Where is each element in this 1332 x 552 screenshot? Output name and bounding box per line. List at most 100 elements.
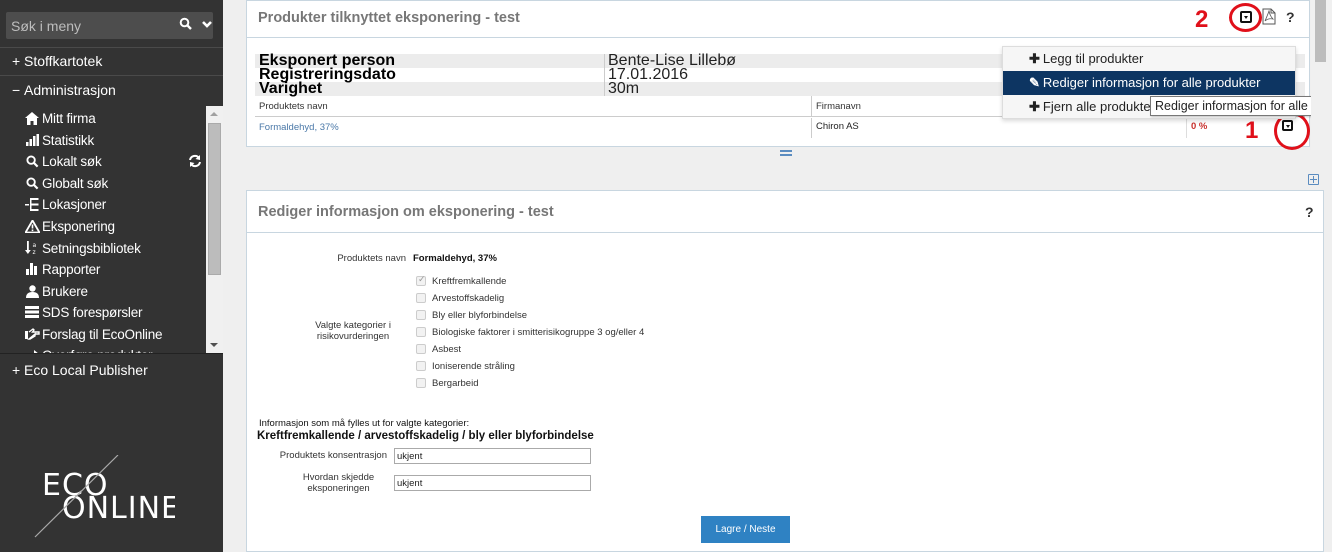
label-line: Hvordan skjedde xyxy=(302,472,375,483)
checkbox[interactable] xyxy=(416,293,426,303)
panel-header: Rediger informasjon om eksponering - tes… xyxy=(247,191,1323,233)
concentration-input[interactable] xyxy=(394,448,591,464)
pdf-icon[interactable] xyxy=(1262,8,1276,25)
home-icon xyxy=(24,111,40,125)
category-checkbox-row[interactable]: Kreftfremkallende xyxy=(416,274,506,288)
plus-icon: ✚ xyxy=(1029,99,1040,114)
category-checkbox-row[interactable]: Arvestoffskadelig xyxy=(416,291,504,305)
category-checkbox-row[interactable]: Bergarbeid xyxy=(416,376,478,390)
checkbox-label: Biologiske faktorer i smitterisikogruppe… xyxy=(432,326,645,338)
help-icon[interactable]: ? xyxy=(1286,9,1295,25)
sidebar-item-lokalt-sok[interactable]: Lokalt søk xyxy=(24,151,102,171)
plus-icon: ✚ xyxy=(1029,51,1040,66)
checkbox[interactable] xyxy=(416,344,426,354)
bar-chart-icon xyxy=(24,262,40,276)
menu-item-add-products[interactable]: ✚ Legg til produkter xyxy=(1003,47,1295,71)
sidebar-item-brukere[interactable]: Brukere xyxy=(24,281,88,301)
item-label: Rapporter xyxy=(42,261,101,277)
menu-search xyxy=(6,12,213,39)
chevron-down-icon[interactable] xyxy=(201,18,213,30)
section-label: Eco Local Publisher xyxy=(24,362,148,378)
sidebar-item-forslag[interactable]: Forslag til EcoOnline xyxy=(24,324,163,344)
sidebar-item-statistikk[interactable]: Statistikk xyxy=(24,130,94,150)
user-icon xyxy=(24,284,40,298)
required-info-heading: Informasjon som må fylles ut for valgte … xyxy=(259,418,470,429)
divider xyxy=(0,47,223,48)
sidebar-section-eco-local-publisher[interactable]: + Eco Local Publisher xyxy=(12,362,148,378)
scroll-thumb[interactable] xyxy=(1315,0,1326,62)
categories-label: Valgte kategorier i risikovurderingen xyxy=(300,320,406,342)
item-label: Forslag til EcoOnline xyxy=(42,326,163,342)
category-heading: Kreftfremkallende / arvestoffskadelig / … xyxy=(257,430,594,442)
scroll-up-arrow[interactable] xyxy=(210,112,218,116)
edit-exposure-panel: Rediger informasjon om eksponering - tes… xyxy=(246,190,1324,552)
how-exposure-input[interactable] xyxy=(394,475,591,491)
sidebar-item-eksponering[interactable]: Eksponering xyxy=(24,216,115,236)
checkbox[interactable] xyxy=(416,310,426,320)
column-header-name[interactable]: Produktets navn xyxy=(259,101,328,112)
expand-sign: + xyxy=(12,362,21,378)
help-icon[interactable]: ? xyxy=(1305,204,1314,220)
sidebar-item-rapporter[interactable]: Rapporter xyxy=(24,259,100,279)
sidebar-section-stoffkartotek[interactable]: + Stoffkartotek xyxy=(12,53,102,69)
sidebar-item-overfore[interactable]: Overføre produkter xyxy=(24,345,153,353)
admin-submenu: Mitt firma Statistikk Lokalt søk Globalt… xyxy=(0,106,223,353)
checkbox-label: Ioniserende stråling xyxy=(432,360,515,372)
checkbox-label: Bergarbeid xyxy=(432,377,479,389)
sidebar-item-setningsbibliotek[interactable]: az Setningsbibliotek xyxy=(24,238,141,258)
svg-text:a: a xyxy=(33,242,37,249)
scroll-down-arrow[interactable] xyxy=(210,343,218,347)
save-next-button[interactable]: Lagre / Neste xyxy=(701,516,790,543)
info-key: Varighet xyxy=(255,81,605,97)
sidebar-section-administrasjon[interactable]: − Administrasjon xyxy=(12,82,116,98)
column-header-company[interactable]: Firmanavn xyxy=(811,96,861,117)
scroll-thumb[interactable] xyxy=(208,123,221,275)
menu-item-label: Legg til produkter xyxy=(1042,51,1144,66)
checkbox[interactable] xyxy=(416,378,426,388)
sidebar-scrollbar[interactable] xyxy=(206,106,223,353)
checkbox-checked[interactable] xyxy=(416,274,426,286)
expand-icon[interactable] xyxy=(1308,174,1319,185)
item-label: Setningsbibliotek xyxy=(42,240,141,256)
list-icon xyxy=(24,305,40,319)
checkbox[interactable] xyxy=(416,327,426,337)
bar-chart-icon xyxy=(24,133,40,147)
panel-title: Rediger informasjon om eksponering - tes… xyxy=(258,204,554,220)
collapse-sign: − xyxy=(12,82,21,98)
logo-text-online: ONLINE xyxy=(62,491,175,526)
item-label: Brukere xyxy=(42,283,88,299)
item-label: Lokalt søk xyxy=(42,153,102,169)
section-label: Stoffkartotek xyxy=(24,53,103,69)
checkbox[interactable] xyxy=(416,361,426,371)
product-name-value: Formaldehyd, 37% xyxy=(413,253,497,264)
menu-search-input[interactable] xyxy=(11,16,161,35)
divider xyxy=(0,353,223,354)
sidebar-item-lokasjoner[interactable]: Lokasjoner xyxy=(24,194,106,214)
product-name-label: Produktets navn xyxy=(337,253,406,264)
resize-handle[interactable] xyxy=(780,150,792,156)
search-icon xyxy=(24,176,40,190)
category-checkbox-row[interactable]: Bly eller blyforbindelse xyxy=(416,308,527,322)
category-checkbox-row[interactable]: Biologiske faktorer i smitterisikogruppe… xyxy=(416,325,644,339)
menu-item-label: Fjern alle produkter xyxy=(1042,99,1155,114)
category-checkbox-row[interactable]: Ioniserende stråling xyxy=(416,359,515,373)
tooltip: Rediger informasjon for alle produkter xyxy=(1150,96,1332,116)
annotation-number-1: 1 xyxy=(1245,117,1259,144)
panel-title: Produkter tilknyttet eksponering - test xyxy=(258,10,520,26)
panel-header: Produkter tilknyttet eksponering - test xyxy=(247,1,1309,38)
item-label: Eksponering xyxy=(42,218,115,234)
sitemap-icon xyxy=(24,197,40,211)
search-icon[interactable] xyxy=(179,17,193,31)
sidebar-item-mitt-firma[interactable]: Mitt firma xyxy=(24,108,96,128)
main-scrollbar[interactable] xyxy=(1311,0,1332,150)
sidebar-item-sds-foresporsler[interactable]: SDS forespørsler xyxy=(24,302,143,322)
sidebar-item-globalt-sok[interactable]: Globalt søk xyxy=(24,173,108,193)
sort-alpha-icon: az xyxy=(24,241,40,255)
percent-cell: 0 % xyxy=(1186,118,1207,138)
category-checkbox-row[interactable]: Asbest xyxy=(416,342,461,356)
refresh-icon[interactable] xyxy=(188,154,202,168)
search-icon xyxy=(24,154,40,168)
annotation-number-2: 2 xyxy=(1195,6,1209,33)
product-link[interactable]: Formaldehyd, 37% xyxy=(259,122,339,133)
menu-item-edit-all-products[interactable]: ✎ Rediger informasjon for alle produkter xyxy=(1003,71,1295,95)
